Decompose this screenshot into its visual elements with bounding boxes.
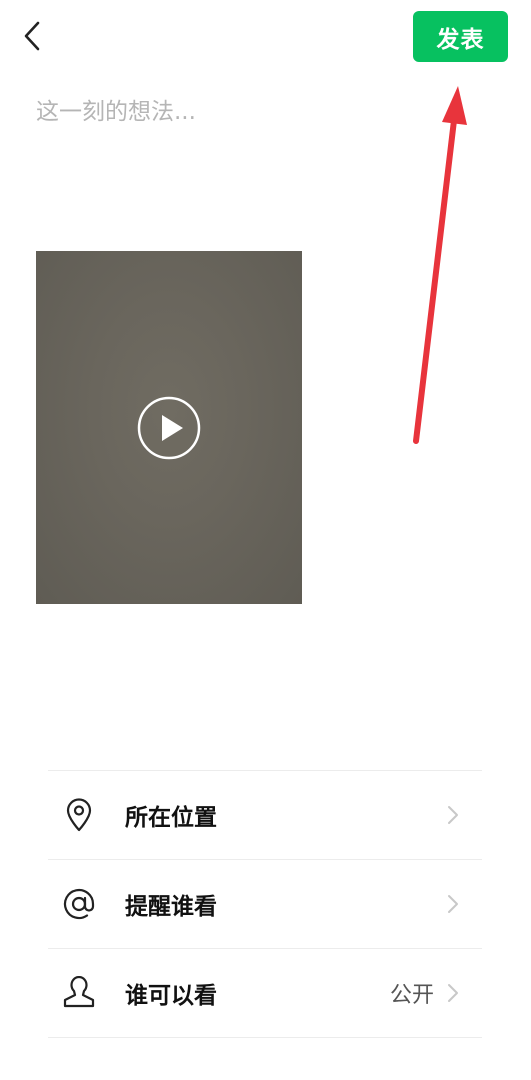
person-icon xyxy=(62,976,96,1010)
option-visibility-value: 公开 xyxy=(389,983,434,1008)
back-button[interactable] xyxy=(14,16,50,56)
chevron-right-icon xyxy=(448,984,458,1002)
option-location-label: 所在位置 xyxy=(125,805,217,831)
option-visibility[interactable]: 谁可以看 公开 xyxy=(48,949,482,1038)
location-pin-icon xyxy=(62,798,96,832)
video-thumbnail[interactable] xyxy=(36,251,302,604)
chevron-left-icon xyxy=(24,21,40,51)
chevron-right-icon xyxy=(448,895,458,913)
option-mention[interactable]: 提醒谁看 xyxy=(48,860,482,949)
at-sign-icon xyxy=(62,887,96,921)
chevron-right-icon xyxy=(448,806,458,824)
option-visibility-label: 谁可以看 xyxy=(125,983,217,1009)
thought-input[interactable] xyxy=(36,92,496,140)
post-options-list: 所在位置 提醒谁看 谁可以看 公开 xyxy=(48,770,482,1038)
option-mention-label: 提醒谁看 xyxy=(125,894,217,920)
publish-button[interactable]: 发表 xyxy=(413,11,508,62)
option-location[interactable]: 所在位置 xyxy=(48,771,482,860)
play-circle-icon[interactable] xyxy=(137,396,201,460)
